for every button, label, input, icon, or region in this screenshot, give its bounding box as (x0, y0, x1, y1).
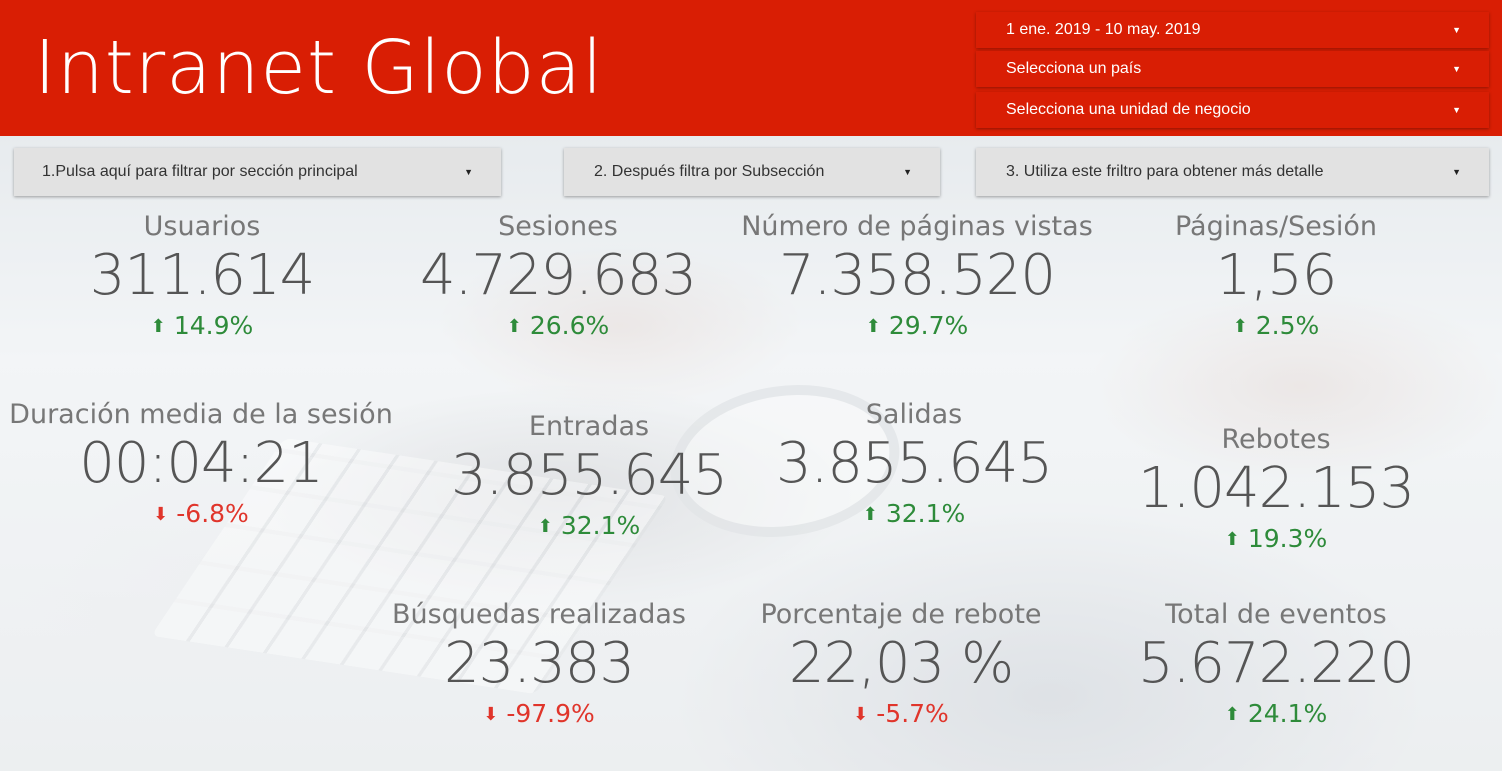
arrow-up-icon: ⬆ (1224, 704, 1240, 725)
metric-label: Usuarios (143, 211, 261, 242)
caret-down-icon: ▼ (1452, 105, 1461, 115)
metric-value: 22,03 % (788, 631, 1014, 696)
arrow-up-icon: ⬆ (862, 504, 878, 525)
country-select[interactable]: Selecciona un país ▼ (976, 51, 1489, 87)
arrow-up-icon: ⬆ (537, 516, 553, 537)
detail-filter[interactable]: 3. Utiliza este friltro para obtener más… (976, 148, 1489, 196)
metric-value: 5.672.220 (1137, 631, 1415, 696)
metric-value: 7.358.520 (778, 243, 1056, 308)
metric-label: Rebotes (1221, 424, 1331, 455)
metric-delta: ⬆ 2.5% (1126, 310, 1426, 343)
metric-card: Rebotes 1.042.153 ⬆ 19.3% (1126, 423, 1426, 556)
metric-delta: ⬇ -5.7% (731, 698, 1071, 731)
caret-down-icon: ▼ (1452, 167, 1461, 177)
arrow-up-icon: ⬆ (1224, 529, 1240, 550)
metric-delta: ⬆ 32.1% (439, 510, 739, 543)
business-unit-select-label: Selecciona una unidad de negocio (1006, 101, 1251, 118)
metric-card: Número de páginas vistas 7.358.520 ⬆ 29.7… (717, 210, 1117, 343)
arrow-down-icon: ⬇ (853, 704, 869, 725)
metric-label: Búsquedas realizadas (391, 599, 687, 630)
caret-down-icon: ▼ (1452, 64, 1461, 74)
main-section-filter[interactable]: 1.Pulsa aquí para filtrar por sección pr… (14, 148, 501, 196)
arrow-up-icon: ⬆ (150, 316, 166, 337)
metric-value: 1,56 (1215, 243, 1338, 308)
metric-delta: ⬆ 26.6% (408, 310, 708, 343)
metric-delta: ⬇ -97.9% (364, 698, 714, 731)
arrow-down-icon: ⬇ (483, 704, 499, 725)
arrow-up-icon: ⬆ (506, 316, 522, 337)
metric-card: Sesiones 4.729.683 ⬆ 26.6% (408, 210, 708, 343)
metric-card: Porcentaje de rebote 22,03 % ⬇ -5.7% (731, 598, 1071, 731)
caret-down-icon: ▼ (1452, 25, 1461, 35)
subsection-filter[interactable]: 2. Después filtra por Subsección ▼ (564, 148, 940, 196)
metric-delta: ⬆ 19.3% (1126, 523, 1426, 556)
metric-card: Entradas 3.855.645 ⬆ 32.1% (439, 410, 739, 543)
arrow-up-icon: ⬆ (865, 316, 881, 337)
metric-value: 00:04:21 (79, 431, 324, 496)
caret-down-icon: ▼ (464, 167, 473, 177)
arrow-down-icon: ⬇ (153, 504, 169, 525)
metric-card: Total de eventos 5.672.220 ⬆ 24.1% (1113, 598, 1439, 731)
metric-value: 3.855.645 (450, 443, 728, 508)
metric-label: Entradas (528, 411, 650, 442)
metric-delta: ⬆ 14.9% (52, 310, 352, 343)
country-select-label: Selecciona un país (1006, 60, 1142, 77)
metric-delta: ⬇ -6.8% (0, 498, 402, 531)
date-range-label: 1 ene. 2019 - 10 may. 2019 (1006, 21, 1201, 38)
metric-value: 23.383 (444, 631, 635, 696)
detail-filter-label: 3. Utiliza este friltro para obtener más… (1006, 163, 1324, 180)
caret-down-icon: ▼ (903, 167, 912, 177)
metric-label: Duración media de la sesión (9, 399, 393, 430)
metric-card: Páginas/Sesión 1,56 ⬆ 2.5% (1126, 210, 1426, 343)
metric-label: Sesiones (498, 211, 618, 242)
metric-delta: ⬆ 32.1% (764, 498, 1064, 531)
date-range-picker[interactable]: 1 ene. 2019 - 10 may. 2019 ▼ (976, 12, 1489, 48)
metric-value: 311.614 (89, 243, 316, 308)
metric-card: Duración media de la sesión 00:04:21 ⬇ -6… (0, 398, 402, 531)
metric-label: Salidas (865, 399, 963, 430)
main-section-filter-label: 1.Pulsa aquí para filtrar por sección pr… (42, 163, 358, 180)
page-title: Intranet Global (34, 25, 604, 111)
arrow-up-icon: ⬆ (1232, 316, 1248, 337)
metric-label: Total de eventos (1165, 599, 1387, 630)
metric-card: Salidas 3.855.645 ⬆ 32.1% (764, 398, 1064, 531)
subsection-filter-label: 2. Después filtra por Subsección (594, 163, 825, 180)
business-unit-select[interactable]: Selecciona una unidad de negocio ▼ (976, 92, 1489, 128)
metric-value: 4.729.683 (419, 243, 697, 308)
metric-delta: ⬆ 24.1% (1113, 698, 1439, 731)
metric-label: Número de páginas vistas (741, 211, 1093, 242)
metric-value: 1.042.153 (1137, 456, 1415, 521)
metric-value: 3.855.645 (775, 431, 1053, 496)
metric-label: Páginas/Sesión (1174, 211, 1378, 242)
metric-card: Usuarios 311.614 ⬆ 14.9% (52, 210, 352, 343)
metric-label: Porcentaje de rebote (760, 599, 1042, 630)
metric-delta: ⬆ 29.7% (717, 310, 1117, 343)
metric-card: Búsquedas realizadas 23.383 ⬇ -97.9% (364, 598, 714, 731)
header-bar: Intranet Global 1 ene. 2019 - 10 may. 20… (0, 0, 1502, 136)
